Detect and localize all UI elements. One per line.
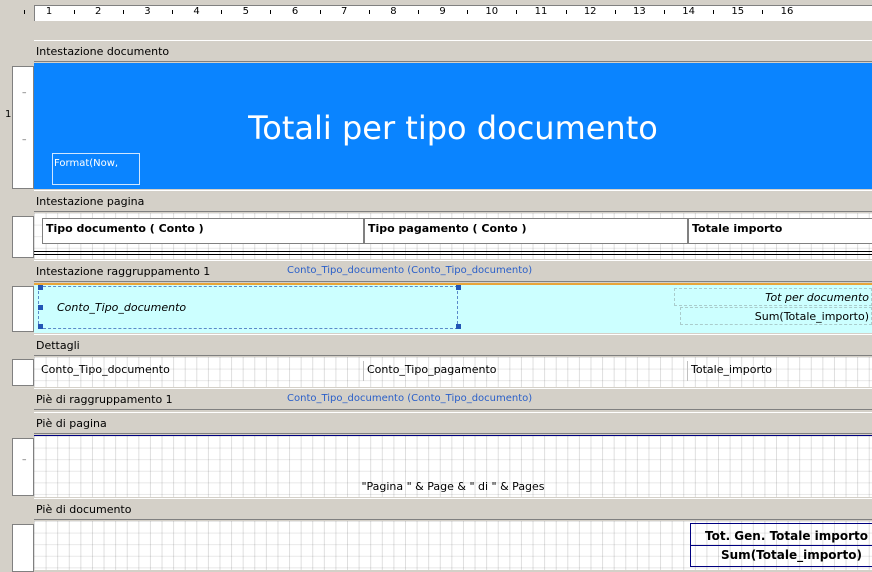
vertical-ruler-report-footer: [0, 521, 34, 572]
resize-handle[interactable]: [38, 285, 43, 290]
section-band-page-footer[interactable]: Piè di pagina: [34, 412, 872, 434]
section-label: Piè di documento: [36, 503, 132, 516]
section-band-page-header[interactable]: Intestazione pagina: [34, 190, 872, 212]
date-field[interactable]: Format(Now,: [52, 153, 140, 185]
ruler-number: 4: [193, 6, 200, 17]
ruler-tick: [467, 10, 469, 14]
ruler-tick: [368, 10, 370, 14]
ruler-tick: [172, 10, 173, 14]
ruler-tick: [221, 10, 223, 14]
ruler-tick: [418, 10, 419, 14]
section-label: Intestazione raggruppamento 1: [36, 265, 211, 278]
ruler-tick: [270, 10, 272, 14]
grand-total-label[interactable]: Tot. Gen. Totale importo: [691, 528, 872, 546]
vertical-ruler-tick: –: [22, 455, 27, 465]
section-band-report-header[interactable]: Intestazione documento: [34, 40, 872, 62]
vertical-ruler-page-header: [0, 213, 34, 259]
ruler-number: 11: [534, 6, 548, 17]
ruler-number: 12: [583, 6, 597, 17]
page-footer-area[interactable]: "Pagina " & Page & " di " & Pages: [34, 435, 872, 497]
ruler-tick: [122, 10, 124, 14]
header-divider-line[interactable]: [34, 254, 872, 255]
group-field[interactable]: Conto_Tipo_documento: [38, 286, 458, 329]
vertical-ruler-box: [12, 524, 34, 572]
vertical-ruler-number: 1: [5, 109, 12, 120]
detail-field-totale-importo[interactable]: Totale_importo: [688, 361, 872, 381]
ruler-tick: [516, 10, 518, 14]
ruler-number: 8: [390, 6, 397, 17]
ruler-number: 6: [291, 6, 299, 17]
section-label: Intestazione documento: [36, 45, 170, 58]
report-footer-area[interactable]: Tot. Gen. Totale importo Sum(Totale_impo…: [34, 521, 872, 570]
vertical-ruler-page-footer: –: [0, 435, 34, 497]
ruler-tick: [614, 10, 616, 14]
horizontal-ruler[interactable]: 1 2 3 4 5 6 7 8 9 10 11 12 13 14 15 16: [0, 0, 872, 24]
vertical-ruler-box: [12, 286, 34, 332]
vertical-ruler-tick: –: [22, 88, 27, 98]
detail-field-tipo-documento[interactable]: Conto_Tipo_documento: [38, 361, 364, 381]
resize-handle[interactable]: [456, 285, 461, 290]
group-field-label: Conto_Tipo_documento (Conto_Tipo_documen…: [287, 265, 533, 276]
section-label: Piè di raggruppamento 1: [36, 393, 173, 406]
ruler-number: 14: [682, 6, 695, 17]
header-divider-line[interactable]: [34, 251, 872, 252]
resize-handle[interactable]: [38, 324, 43, 329]
column-header-tipo-pagamento[interactable]: Tipo pagamento ( Conto ): [364, 218, 688, 244]
section-label: Piè di pagina: [36, 417, 107, 430]
ruler-tick: [713, 10, 715, 14]
ruler-tick: [73, 10, 75, 14]
report-header-area[interactable]: Totali per tipo documento Format(Now,: [34, 63, 872, 189]
ruler-number: 9: [439, 6, 446, 17]
ruler-tick: [664, 10, 665, 14]
column-header-tipo-documento[interactable]: Tipo documento ( Conto ): [42, 218, 364, 244]
group-total-expression[interactable]: Sum(Totale_importo): [680, 307, 872, 325]
resize-handle[interactable]: [38, 305, 43, 310]
section-band-group-header[interactable]: Intestazione raggruppamento 1 Conto_Tipo…: [34, 260, 872, 282]
section-band-detail[interactable]: Dettagli: [34, 334, 872, 356]
grand-total-expression[interactable]: Sum(Totale_importo): [691, 547, 872, 565]
vertical-ruler-tick: –: [22, 135, 27, 145]
column-header-totale-importo[interactable]: Totale importo: [688, 218, 872, 244]
ruler-number: 13: [633, 6, 646, 17]
ruler-number: 5: [242, 6, 249, 17]
vertical-ruler-group-header: [0, 283, 34, 333]
report-title[interactable]: Totali per tipo documento: [34, 103, 872, 153]
page-number-expression[interactable]: "Pagina " & Page & " di " & Pages: [34, 478, 872, 496]
vertical-ruler-box: [12, 438, 34, 496]
group-header-area[interactable]: Conto_Tipo_documento Tot per documento S…: [34, 283, 872, 333]
section-label: Dettagli: [36, 339, 80, 352]
ruler-tick: [565, 10, 567, 14]
vertical-ruler-box: [12, 66, 34, 189]
vertical-ruler-report-header: 1 – –: [0, 63, 34, 189]
grand-total-box[interactable]: Tot. Gen. Totale importo Sum(Totale_impo…: [690, 523, 872, 567]
page-header-area[interactable]: Tipo documento ( Conto ) Tipo pagamento …: [34, 213, 872, 259]
group-field-label: Conto_Tipo_documento (Conto_Tipo_documen…: [287, 393, 533, 404]
ruler-number: 1: [45, 6, 53, 17]
ruler-number: 7: [341, 6, 348, 17]
resize-handle[interactable]: [456, 324, 461, 329]
ruler-number: 3: [144, 6, 151, 17]
ruler-tick: [24, 10, 26, 14]
ruler-number: 10: [485, 6, 499, 17]
detail-area[interactable]: Conto_Tipo_documento Conto_Tipo_pagament…: [34, 357, 872, 387]
vertical-ruler-box: [12, 216, 34, 258]
vertical-ruler-box: [12, 359, 34, 386]
ruler-number: 16: [780, 6, 794, 17]
section-band-report-footer[interactable]: Piè di documento: [34, 498, 872, 520]
ruler-number: 15: [731, 6, 745, 17]
ruler-tick: [762, 10, 764, 14]
ruler-tick: [319, 10, 321, 14]
section-label: Intestazione pagina: [36, 195, 145, 208]
group-total-label[interactable]: Tot per documento: [674, 288, 872, 306]
ruler-number: 2: [95, 6, 102, 17]
detail-field-tipo-pagamento[interactable]: Conto_Tipo_pagamento: [364, 361, 688, 381]
section-band-group-footer[interactable]: Piè di raggruppamento 1 Conto_Tipo_docum…: [34, 388, 872, 410]
vertical-ruler-detail: [0, 357, 34, 387]
ruler-strip[interactable]: 1 2 3 4 5 6 7 8 9 10 11 12 13 14 15 16: [24, 5, 872, 21]
